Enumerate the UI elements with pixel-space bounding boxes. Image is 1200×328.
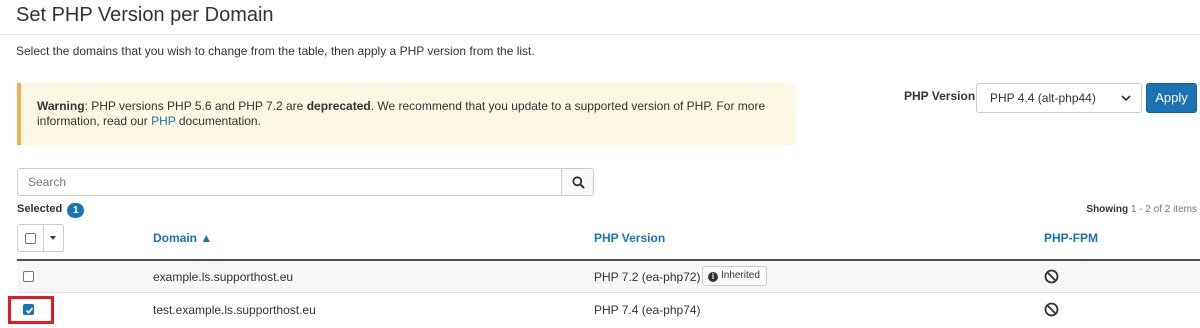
search-button[interactable] — [561, 168, 594, 196]
column-header-php-version[interactable]: PHP Version — [594, 231, 665, 245]
apply-button[interactable]: Apply — [1146, 83, 1197, 113]
warning-text-3: documentation. — [175, 114, 261, 128]
php-version-label: PHP Version — [904, 89, 976, 103]
search-icon — [572, 176, 585, 189]
column-header-php-fpm[interactable]: PHP-FPM — [1044, 231, 1098, 245]
showing-range: 1 - 2 of 2 items — [1130, 204, 1197, 215]
column-header-domain[interactable]: Domain ▲ — [153, 231, 212, 245]
php-docs-link[interactable]: PHP — [151, 114, 175, 128]
caret-down-icon[interactable] — [49, 231, 57, 247]
search-input[interactable]: Search — [17, 168, 562, 196]
selected-text: Selected — [17, 203, 63, 215]
domain-cell: test.example.ls.supporthost.eu — [153, 303, 316, 317]
warning-text-1: : PHP versions PHP 5.6 and PHP 7.2 are — [84, 99, 307, 113]
select-all-checkbox[interactable] — [25, 233, 36, 244]
php-version-cell: PHP 7.2 (ea-php72) — [594, 270, 701, 284]
warning-label: Warning — [37, 99, 85, 113]
info-icon: i — [708, 272, 718, 282]
chevron-down-icon — [1121, 84, 1131, 124]
title-divider — [0, 34, 1200, 35]
selected-count-badge: 1 — [67, 203, 85, 218]
disabled-icon — [1044, 269, 1059, 287]
php-version-selected: PHP 4.4 (alt-php44) — [990, 91, 1096, 105]
bulk-select-divider — [43, 225, 44, 251]
showing-label: Showing — [1086, 204, 1129, 215]
page-description: Select the domains that you wish to chan… — [16, 44, 535, 58]
inherited-badge-label: Inherited — [721, 270, 760, 281]
disabled-icon — [1044, 302, 1059, 320]
table-row: test.example.ls.supporthost.eu PHP 7.4 (… — [17, 294, 1200, 326]
row-checkbox[interactable] — [23, 271, 34, 282]
inherited-badge: i Inherited — [702, 266, 767, 286]
php-version-cell: PHP 7.4 (ea-php74) — [594, 303, 701, 317]
deprecation-warning: Warning: PHP versions PHP 5.6 and PHP 7.… — [17, 83, 795, 145]
pagination-summary: Showing 1 - 2 of 2 items — [1086, 204, 1197, 215]
bulk-select-dropdown[interactable] — [17, 224, 64, 252]
page-title: Set PHP Version per Domain — [16, 4, 274, 26]
search-bar: Search — [17, 168, 594, 196]
table-row: example.ls.supporthost.eu PHP 7.2 (ea-ph… — [17, 261, 1200, 293]
domain-cell: example.ls.supporthost.eu — [153, 270, 294, 284]
highlight-box — [8, 296, 54, 324]
warning-deprecated: deprecated — [306, 99, 371, 113]
php-version-select[interactable]: PHP 4.4 (alt-php44) — [976, 83, 1142, 113]
selected-count-label: Selected 1 — [17, 203, 85, 218]
